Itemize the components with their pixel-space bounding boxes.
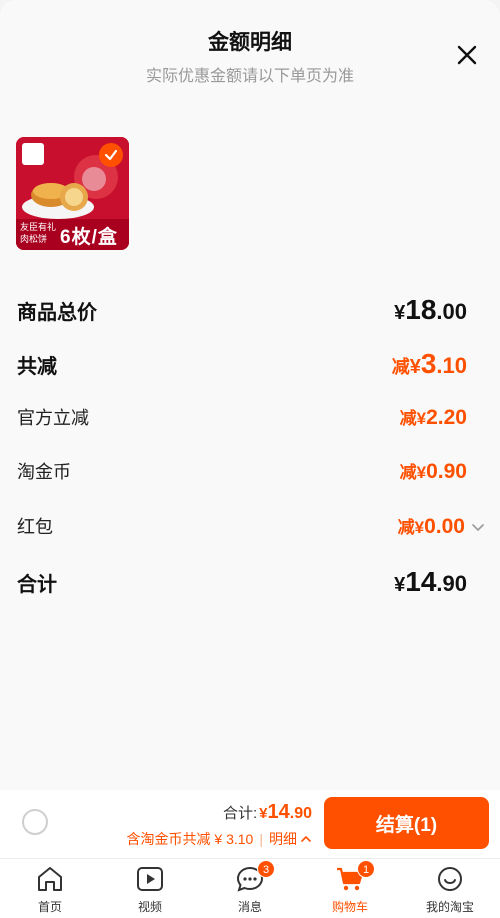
tab-video[interactable]: 视频 [110,865,190,915]
currency-symbol: ¥ [394,574,406,596]
sheet-subtitle: 实际优惠金额请以下单页为准 [145,68,354,85]
amount-int: 2 [426,406,438,429]
cart-badge: 1 [357,860,375,878]
selected-check[interactable] [99,143,123,167]
footer-total: 合计: ¥ 14 .90 [223,801,312,824]
row-label: 红包 [17,517,53,537]
row-label: 商品总价 [17,302,97,324]
row-label: 官方立减 [17,408,89,428]
discount-prefix: 减 [397,518,415,537]
check-icon [104,149,118,161]
discount-prefix: 减 [391,357,410,377]
currency-symbol: ¥ [414,518,425,537]
row-label: 合计 [17,574,57,596]
home-icon [38,867,62,891]
amount-dec: .90 [437,460,467,483]
row-value: ¥ 14 .90 [394,566,467,598]
row-label: 共减 [17,356,57,378]
row-label: 淘金币 [17,462,71,482]
amount-dec: .00 [435,515,465,538]
chevron-up-icon [301,835,311,842]
product-thumbnail[interactable]: 友臣有礼 肉松饼 6枚/盒 [16,137,129,250]
row-value: ¥ 18 .00 [394,294,467,326]
separator: | [259,831,263,847]
discount-prefix: 减 [399,409,417,428]
tab-messages[interactable]: 3 消息 [210,860,290,915]
amount-dec: .00 [436,299,467,324]
currency-symbol: ¥ [416,463,427,482]
close-button[interactable] [452,40,482,70]
tab-label: 首页 [37,900,62,914]
amount-int: 18 [405,294,437,325]
row-value: 减 ¥ 2 .20 [400,404,467,430]
detail-toggle-label[interactable]: 明细 [269,829,297,849]
checkout-button[interactable]: 结算(1) [324,797,489,849]
tab-label: 视频 [137,900,162,914]
bottom-tab-bar: 首页 视频 3 消息 1 购物车 我的淘宝 [0,858,500,918]
row-red-packet[interactable]: 红包 减 ¥ 0 .00 [17,513,485,539]
currency-symbol: ¥ [259,805,268,822]
tab-cart[interactable]: 1 购物车 [310,860,390,915]
amount-detail-sheet: 金额明细 实际优惠金额请以下单页为准 友臣有礼 肉松饼 6枚/盒 商品总价 ¥ … [0,0,500,790]
currency-symbol: ¥ [409,356,421,378]
footer-total-label: 合计: [222,805,258,822]
currency-symbol: ¥ [394,302,406,324]
row-grand-total: 合计 ¥ 14 .90 [17,566,467,598]
tab-label: 购物车 [331,900,368,914]
message-badge: 3 [257,860,275,878]
chevron-down-icon [472,524,484,532]
amount-dec: .10 [436,353,467,378]
product-banner-big: 6枚/盒 [60,227,118,248]
amount-dec: .90 [289,805,312,822]
amount-int: 3 [420,348,437,379]
row-total-discount: 共减 减 ¥ 3 .10 [17,348,467,380]
checkout-bar: 合计: ¥ 14 .90 含淘金币共减 ¥ 3.10 | 明细 结算(1) [0,790,500,858]
row-taojinbi: 淘金币 减 ¥ 0 .90 [17,458,467,484]
product-banner-small: 友臣有礼 肉松饼 [20,222,57,244]
amount-int: 14 [405,566,437,597]
close-icon [457,45,477,65]
product-banner: 友臣有礼 肉松饼 6枚/盒 [16,219,129,250]
discount-prefix: 减 [399,463,417,482]
row-value: 减 ¥ 0 .90 [400,458,467,484]
tab-label: 消息 [237,900,262,914]
row-value: 减 ¥ 3 .10 [392,348,467,380]
footer-discount-text: 含淘金币共减 ¥ 3.10 [126,831,254,847]
amount-int: 0 [426,460,438,483]
select-all-radio[interactable] [22,809,48,835]
amount-dec: .90 [436,571,467,596]
sheet-title: 金额明细 [208,31,292,54]
profile-icon [438,867,462,891]
amount-int: 0 [424,515,436,538]
amount-int: 14 [267,801,290,823]
tab-label: 我的淘宝 [425,900,474,914]
footer-discount-line[interactable]: 含淘金币共减 ¥ 3.10 | 明细 [127,829,312,849]
brand-logo [22,143,44,165]
row-value[interactable]: 减 ¥ 0 .00 [398,513,485,539]
tab-my-taobao[interactable]: 我的淘宝 [410,865,490,915]
currency-symbol: ¥ [416,409,427,428]
row-official-discount: 官方立减 减 ¥ 2 .20 [17,404,467,430]
row-total-price: 商品总价 ¥ 18 .00 [17,294,467,326]
tab-home[interactable]: 首页 [10,865,90,915]
video-icon [137,867,163,891]
amount-dec: .20 [437,406,467,429]
